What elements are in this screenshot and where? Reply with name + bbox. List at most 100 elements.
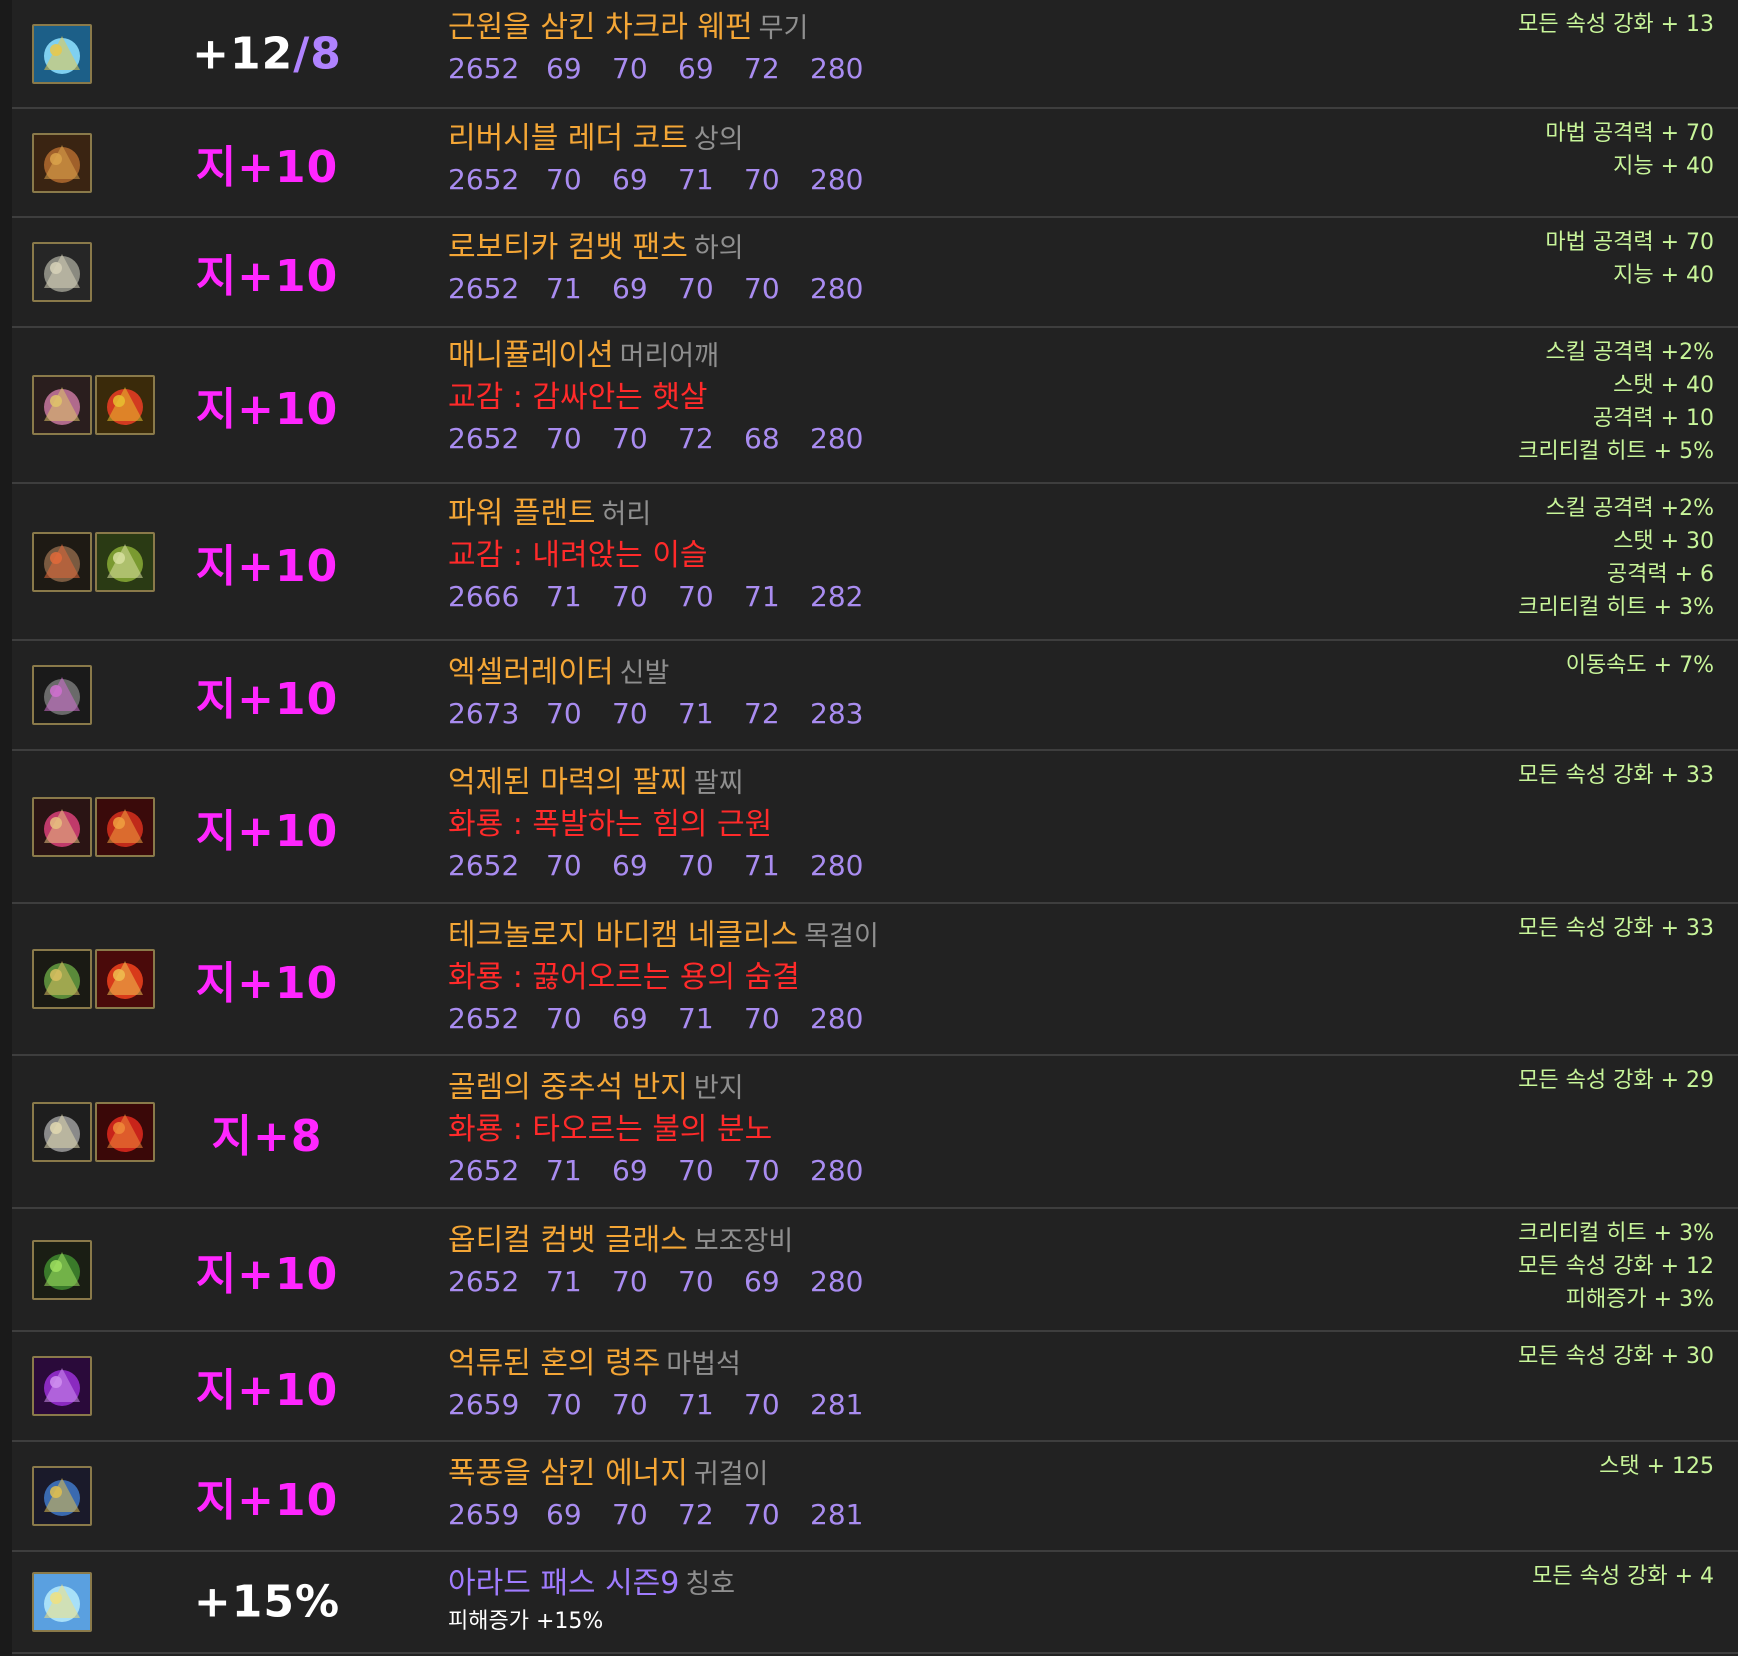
stat-value: 70 bbox=[612, 697, 648, 730]
stat-value: 69 bbox=[612, 1154, 648, 1187]
equipment-row[interactable]: 지+10 폭풍을 삼킨 에너지 귀걸이 2659 69 70 72 70 281 스탯 + 125 bbox=[12, 1442, 1738, 1552]
equipment-row[interactable]: 지+10 로보티카 컴뱃 팬츠 하의 2652 71 69 70 70 280 마법 공격력 + … bbox=[12, 218, 1738, 328]
stat-value: 70 bbox=[612, 52, 648, 85]
fusion-line: 화룡 : 끓어오르는 용의 숨결 bbox=[448, 960, 800, 995]
item-name[interactable]: 옵티컬 컴뱃 글래스 bbox=[448, 1223, 688, 1258]
item-stats: 2652 71 69 70 70 280 bbox=[448, 1151, 863, 1191]
stat-value: 70 bbox=[744, 272, 780, 305]
stat-value: 280 bbox=[810, 163, 864, 196]
stat-value: 68 bbox=[744, 422, 780, 455]
item-icons bbox=[32, 1356, 92, 1416]
stat-value: 70 bbox=[612, 1388, 648, 1421]
item-icons bbox=[32, 242, 92, 302]
stat-value: 280 bbox=[810, 1154, 864, 1187]
fire-ring-fusion-icon[interactable] bbox=[95, 1101, 155, 1162]
stat-value: 69 bbox=[612, 1002, 648, 1035]
enhancement-text: 지+10 bbox=[195, 674, 339, 725]
item-name[interactable]: 억제된 마력의 팔찌 bbox=[448, 765, 688, 800]
item-name[interactable]: 골렘의 중추석 반지 bbox=[448, 1070, 688, 1105]
item-name[interactable]: 매니퓰레이션 bbox=[448, 338, 614, 373]
item-name[interactable]: 근원을 삼킨 차크라 웨펀 bbox=[448, 10, 753, 45]
enhancement-text: +15% bbox=[193, 1576, 341, 1628]
equipment-row[interactable]: 지+10 매니퓰레이션 머리어깨 교감 : 감싸안는 햇살 2652 70 70 72 68 28… bbox=[12, 328, 1738, 484]
enhancement-level: 지+10 bbox=[172, 1354, 362, 1418]
option-line: 크리티컬 히트 + 5% bbox=[1518, 439, 1714, 464]
item-stats: 2659 69 70 72 70 281 bbox=[448, 1495, 863, 1535]
item-info: 매니퓰레이션 머리어깨 교감 : 감싸안는 햇살 2652 70 70 72 68 280 bbox=[448, 336, 863, 459]
stat-value: 70 bbox=[612, 422, 648, 455]
item-stats: 2652 71 70 70 69 280 bbox=[448, 1262, 863, 1302]
stat-value: 70 bbox=[546, 422, 582, 455]
combat-glasses-icon[interactable] bbox=[32, 1239, 92, 1300]
earring-icon[interactable] bbox=[32, 1466, 92, 1526]
item-slot: 하의 bbox=[693, 233, 744, 264]
stat-value: 69 bbox=[546, 1498, 582, 1531]
dragon-breath-fusion-icon[interactable] bbox=[95, 949, 155, 1009]
item-info: 근원을 삼킨 차크라 웨펀 무기 2652 69 70 69 72 280 bbox=[448, 8, 863, 89]
stat-value: 70 bbox=[546, 849, 582, 882]
item-options: 스킬 공격력 +2% 스탯 + 40 공격력 + 10 크리티컬 히트 + 5% bbox=[1518, 336, 1714, 468]
leather-coat-icon[interactable] bbox=[32, 132, 92, 193]
title-effect: 피해증가 +15% bbox=[448, 1609, 604, 1634]
option-line: 스탯 + 40 bbox=[1613, 373, 1714, 398]
item-name-line: 억류된 혼의 령주 마법석 bbox=[448, 1344, 863, 1385]
item-slot: 신발 bbox=[619, 658, 670, 689]
item-stats: 2652 69 70 69 72 280 bbox=[448, 49, 863, 89]
equipment-row[interactable]: 지+10 엑셀러레이터 신발 2673 70 70 71 72 283 이동속도 + 7% bbox=[12, 641, 1738, 751]
equipment-row[interactable]: 지+8 골렘의 중추석 반지 반지 화룡 : 타오르는 불의 분노 2652 71 69 70… bbox=[12, 1056, 1738, 1209]
equipment-row[interactable]: 지+10 테크놀로지 바디캠 네클리스 목걸이 화룡 : 끓어오르는 용의 숨결 265… bbox=[12, 904, 1738, 1056]
option-line: 피해증가 + 3% bbox=[1565, 1287, 1714, 1312]
item-options: 모든 속성 강화 + 13 bbox=[1518, 8, 1714, 41]
stat-value: 2652 bbox=[448, 422, 520, 455]
enhancement-text: +12 bbox=[192, 28, 294, 79]
stat-value: 70 bbox=[612, 1498, 648, 1531]
stat-value: 72 bbox=[744, 697, 780, 730]
dew-fusion-icon[interactable] bbox=[95, 531, 155, 592]
item-name-line: 테크놀로지 바디캠 네클리스 목걸이 bbox=[448, 916, 879, 957]
item-icons bbox=[32, 1466, 92, 1526]
stat-value: 2652 bbox=[448, 52, 520, 85]
item-info: 파워 플랜트 허리 교감 : 내려앉는 이슬 2666 71 70 70 71 282 bbox=[448, 494, 863, 617]
equipment-row[interactable]: 지+10 파워 플랜트 허리 교감 : 내려앉는 이슬 2666 71 70 70 71 282 스… bbox=[12, 484, 1738, 641]
equipment-row[interactable]: +12/8 근원을 삼킨 차크라 웨펀 무기 2652 69 70 69 72 280 모든 속성… bbox=[12, 0, 1738, 109]
item-name[interactable]: 로보티카 컴뱃 팬츠 bbox=[448, 230, 688, 265]
chakra-weapon-icon[interactable] bbox=[32, 23, 92, 84]
item-info: 옵티컬 컴뱃 글래스 보조장비 2652 71 70 70 69 280 bbox=[448, 1221, 863, 1302]
item-name[interactable]: 폭풍을 삼킨 에너지 bbox=[448, 1456, 688, 1491]
power-plant-icon[interactable] bbox=[32, 531, 92, 592]
bracelet-icon[interactable] bbox=[32, 796, 92, 857]
manipulation-icon[interactable] bbox=[32, 375, 92, 435]
item-slot: 마법석 bbox=[666, 1349, 741, 1380]
accelerator-icon[interactable] bbox=[32, 665, 92, 725]
item-name[interactable]: 억류된 혼의 령주 bbox=[448, 1346, 660, 1381]
equipment-row[interactable]: 지+10 리버시블 레더 코트 상의 2652 70 69 71 70 280 마법 공격력 + … bbox=[12, 109, 1738, 218]
item-name[interactable]: 아라드 패스 시즌9 bbox=[448, 1566, 679, 1601]
equipment-row[interactable]: 지+10 억제된 마력의 팔찌 팔찌 화룡 : 폭발하는 힘의 근원 2652 70 69 7… bbox=[12, 751, 1738, 904]
item-name[interactable]: 테크놀로지 바디캠 네클리스 bbox=[448, 918, 798, 953]
item-options: 스킬 공격력 +2% 스탯 + 30 공격력 + 6 크리티컬 히트 + 3% bbox=[1518, 492, 1714, 624]
option-line: 크리티컬 히트 + 3% bbox=[1518, 1221, 1714, 1246]
soul-orb-icon[interactable] bbox=[32, 1356, 92, 1416]
item-stats: 2652 70 69 70 71 280 bbox=[448, 846, 863, 886]
item-name[interactable]: 엑셀러레이터 bbox=[448, 655, 614, 690]
ring-icon[interactable] bbox=[32, 1101, 92, 1162]
item-slot: 팔찌 bbox=[693, 768, 744, 799]
item-slot: 무기 bbox=[758, 13, 809, 44]
item-options: 모든 속성 강화 + 4 bbox=[1532, 1560, 1714, 1593]
item-name[interactable]: 파워 플랜트 bbox=[448, 496, 596, 531]
title-icon[interactable] bbox=[32, 1572, 92, 1632]
item-icons bbox=[32, 1101, 155, 1162]
necklace-icon[interactable] bbox=[32, 949, 92, 1009]
stat-value: 70 bbox=[744, 1154, 780, 1187]
combat-pants-icon[interactable] bbox=[32, 242, 92, 302]
dragon-fusion-icon[interactable] bbox=[95, 796, 155, 857]
item-slot: 머리어깨 bbox=[619, 341, 719, 372]
sunlight-fusion-icon[interactable] bbox=[95, 375, 155, 435]
fusion-line: 화룡 : 타오르는 불의 분노 bbox=[448, 1112, 773, 1147]
stat-value: 2659 bbox=[448, 1498, 520, 1531]
equipment-row[interactable]: +15% 아라드 패스 시즌9 칭호 피해증가 +15% 모든 속성 강화 + 4 bbox=[12, 1552, 1738, 1654]
equipment-row[interactable]: 지+10 억류된 혼의 령주 마법석 2659 70 70 71 70 281 모든 속성 강화 … bbox=[12, 1332, 1738, 1442]
equipment-row[interactable]: 지+10 옵티컬 컴뱃 글래스 보조장비 2652 71 70 70 69 280 크리티컬 히트… bbox=[12, 1209, 1738, 1332]
stat-value: 2652 bbox=[448, 849, 520, 882]
item-name[interactable]: 리버시블 레더 코트 bbox=[448, 121, 688, 156]
